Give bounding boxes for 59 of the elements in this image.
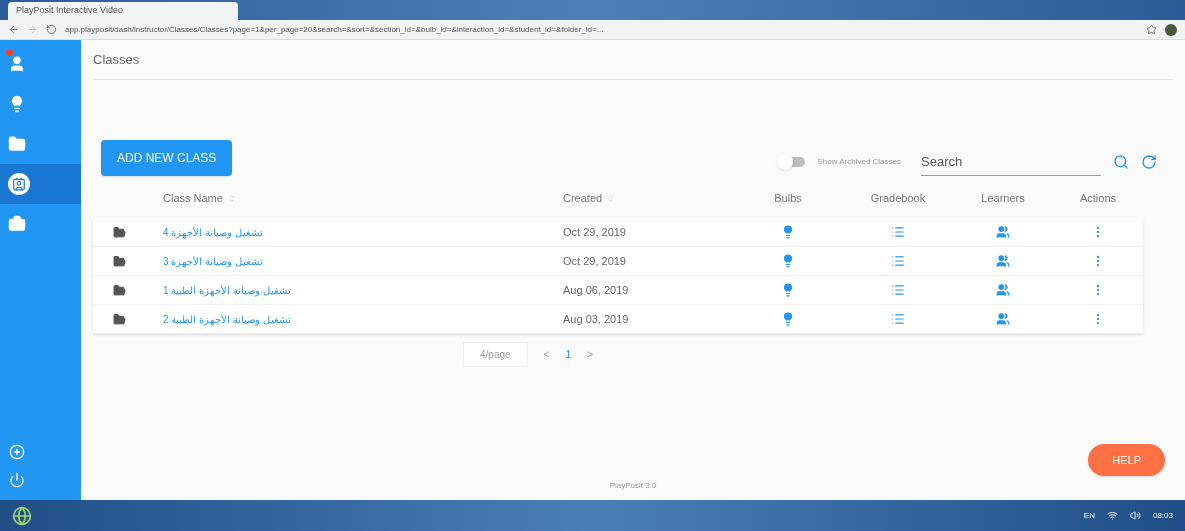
bulb-icon[interactable]: [781, 312, 795, 326]
page-size-select[interactable]: 4/page: [463, 342, 528, 367]
column-header: Created: [563, 190, 603, 206]
folder-icon: [8, 135, 26, 153]
next-page-button[interactable]: >: [587, 347, 593, 362]
add-icon[interactable]: [9, 444, 25, 460]
avatar-icon[interactable]: [1165, 23, 1177, 36]
briefcase-icon: [8, 215, 26, 233]
class-name-link[interactable]: تشغيل وصيانة الأجهزة 4: [163, 226, 263, 238]
list-icon[interactable]: [891, 254, 905, 268]
class-name-link[interactable]: تشغيل وصيانة الأجهزة الطبية 2: [163, 313, 291, 325]
browser-tab[interactable]: PlayPosit Interactive Video: [8, 2, 238, 20]
network-icon[interactable]: [1106, 510, 1118, 521]
list-icon[interactable]: [891, 312, 905, 326]
folder-icon: [113, 225, 126, 239]
refresh-icon[interactable]: [1141, 153, 1157, 170]
reload-icon[interactable]: [46, 24, 57, 35]
add-class-button[interactable]: ADD NEW CLASS: [101, 140, 233, 176]
toggle-label: Show Archived Classes: [817, 155, 901, 168]
archived-toggle[interactable]: [779, 156, 806, 167]
learners-icon[interactable]: [996, 254, 1010, 268]
back-icon[interactable]: [8, 24, 19, 35]
prev-page-button[interactable]: <: [543, 347, 550, 362]
bulb-icon[interactable]: [781, 225, 795, 239]
volume-icon[interactable]: [1129, 510, 1141, 521]
folder-icon: [113, 283, 126, 297]
page-number[interactable]: 1: [565, 347, 571, 362]
help-button[interactable]: HELP: [1088, 443, 1165, 476]
forward-icon[interactable]: [27, 24, 38, 35]
search-field[interactable]: Search: [921, 147, 1101, 176]
column-header: Learners: [981, 190, 1025, 206]
search-icon[interactable]: [1113, 153, 1129, 170]
footer-text: PlayPosit 3.0: [609, 480, 657, 492]
created-date: Oct 29, 2019: [563, 254, 626, 267]
bookmark-icon[interactable]: [1146, 24, 1157, 35]
bulb-icon[interactable]: [781, 254, 795, 268]
power-icon[interactable]: [9, 472, 25, 488]
folder-icon: [113, 312, 126, 326]
folder-icon: [113, 254, 126, 268]
class-name-link[interactable]: تشغيل وصيانة الأجهزة 3: [163, 255, 263, 267]
clock[interactable]: 08:03: [1152, 509, 1173, 522]
created-date: Aug 03, 2019: [563, 312, 629, 325]
column-header: Actions: [1079, 190, 1117, 206]
list-icon[interactable]: [891, 283, 905, 297]
column-header: Gradebook: [870, 190, 926, 206]
bulb-icon[interactable]: [781, 283, 795, 297]
learners-icon[interactable]: [996, 283, 1010, 297]
list-icon[interactable]: [891, 225, 905, 239]
column-header: Bulbs: [774, 190, 802, 206]
sidebar-item[interactable]: [0, 164, 81, 204]
page-title: Classes: [93, 50, 140, 69]
column-header: Class Name: [163, 190, 223, 206]
learners-icon[interactable]: [996, 225, 1010, 239]
language-indicator[interactable]: EN: [1083, 509, 1095, 522]
class-name-link[interactable]: تشغيل وصيانة الأجهزة الطبية 1: [163, 284, 291, 296]
learners-icon[interactable]: [996, 312, 1010, 326]
created-date: Aug 06, 2019: [563, 283, 629, 296]
created-date: Oct 29, 2019: [563, 225, 626, 238]
user-icon: [8, 55, 26, 73]
